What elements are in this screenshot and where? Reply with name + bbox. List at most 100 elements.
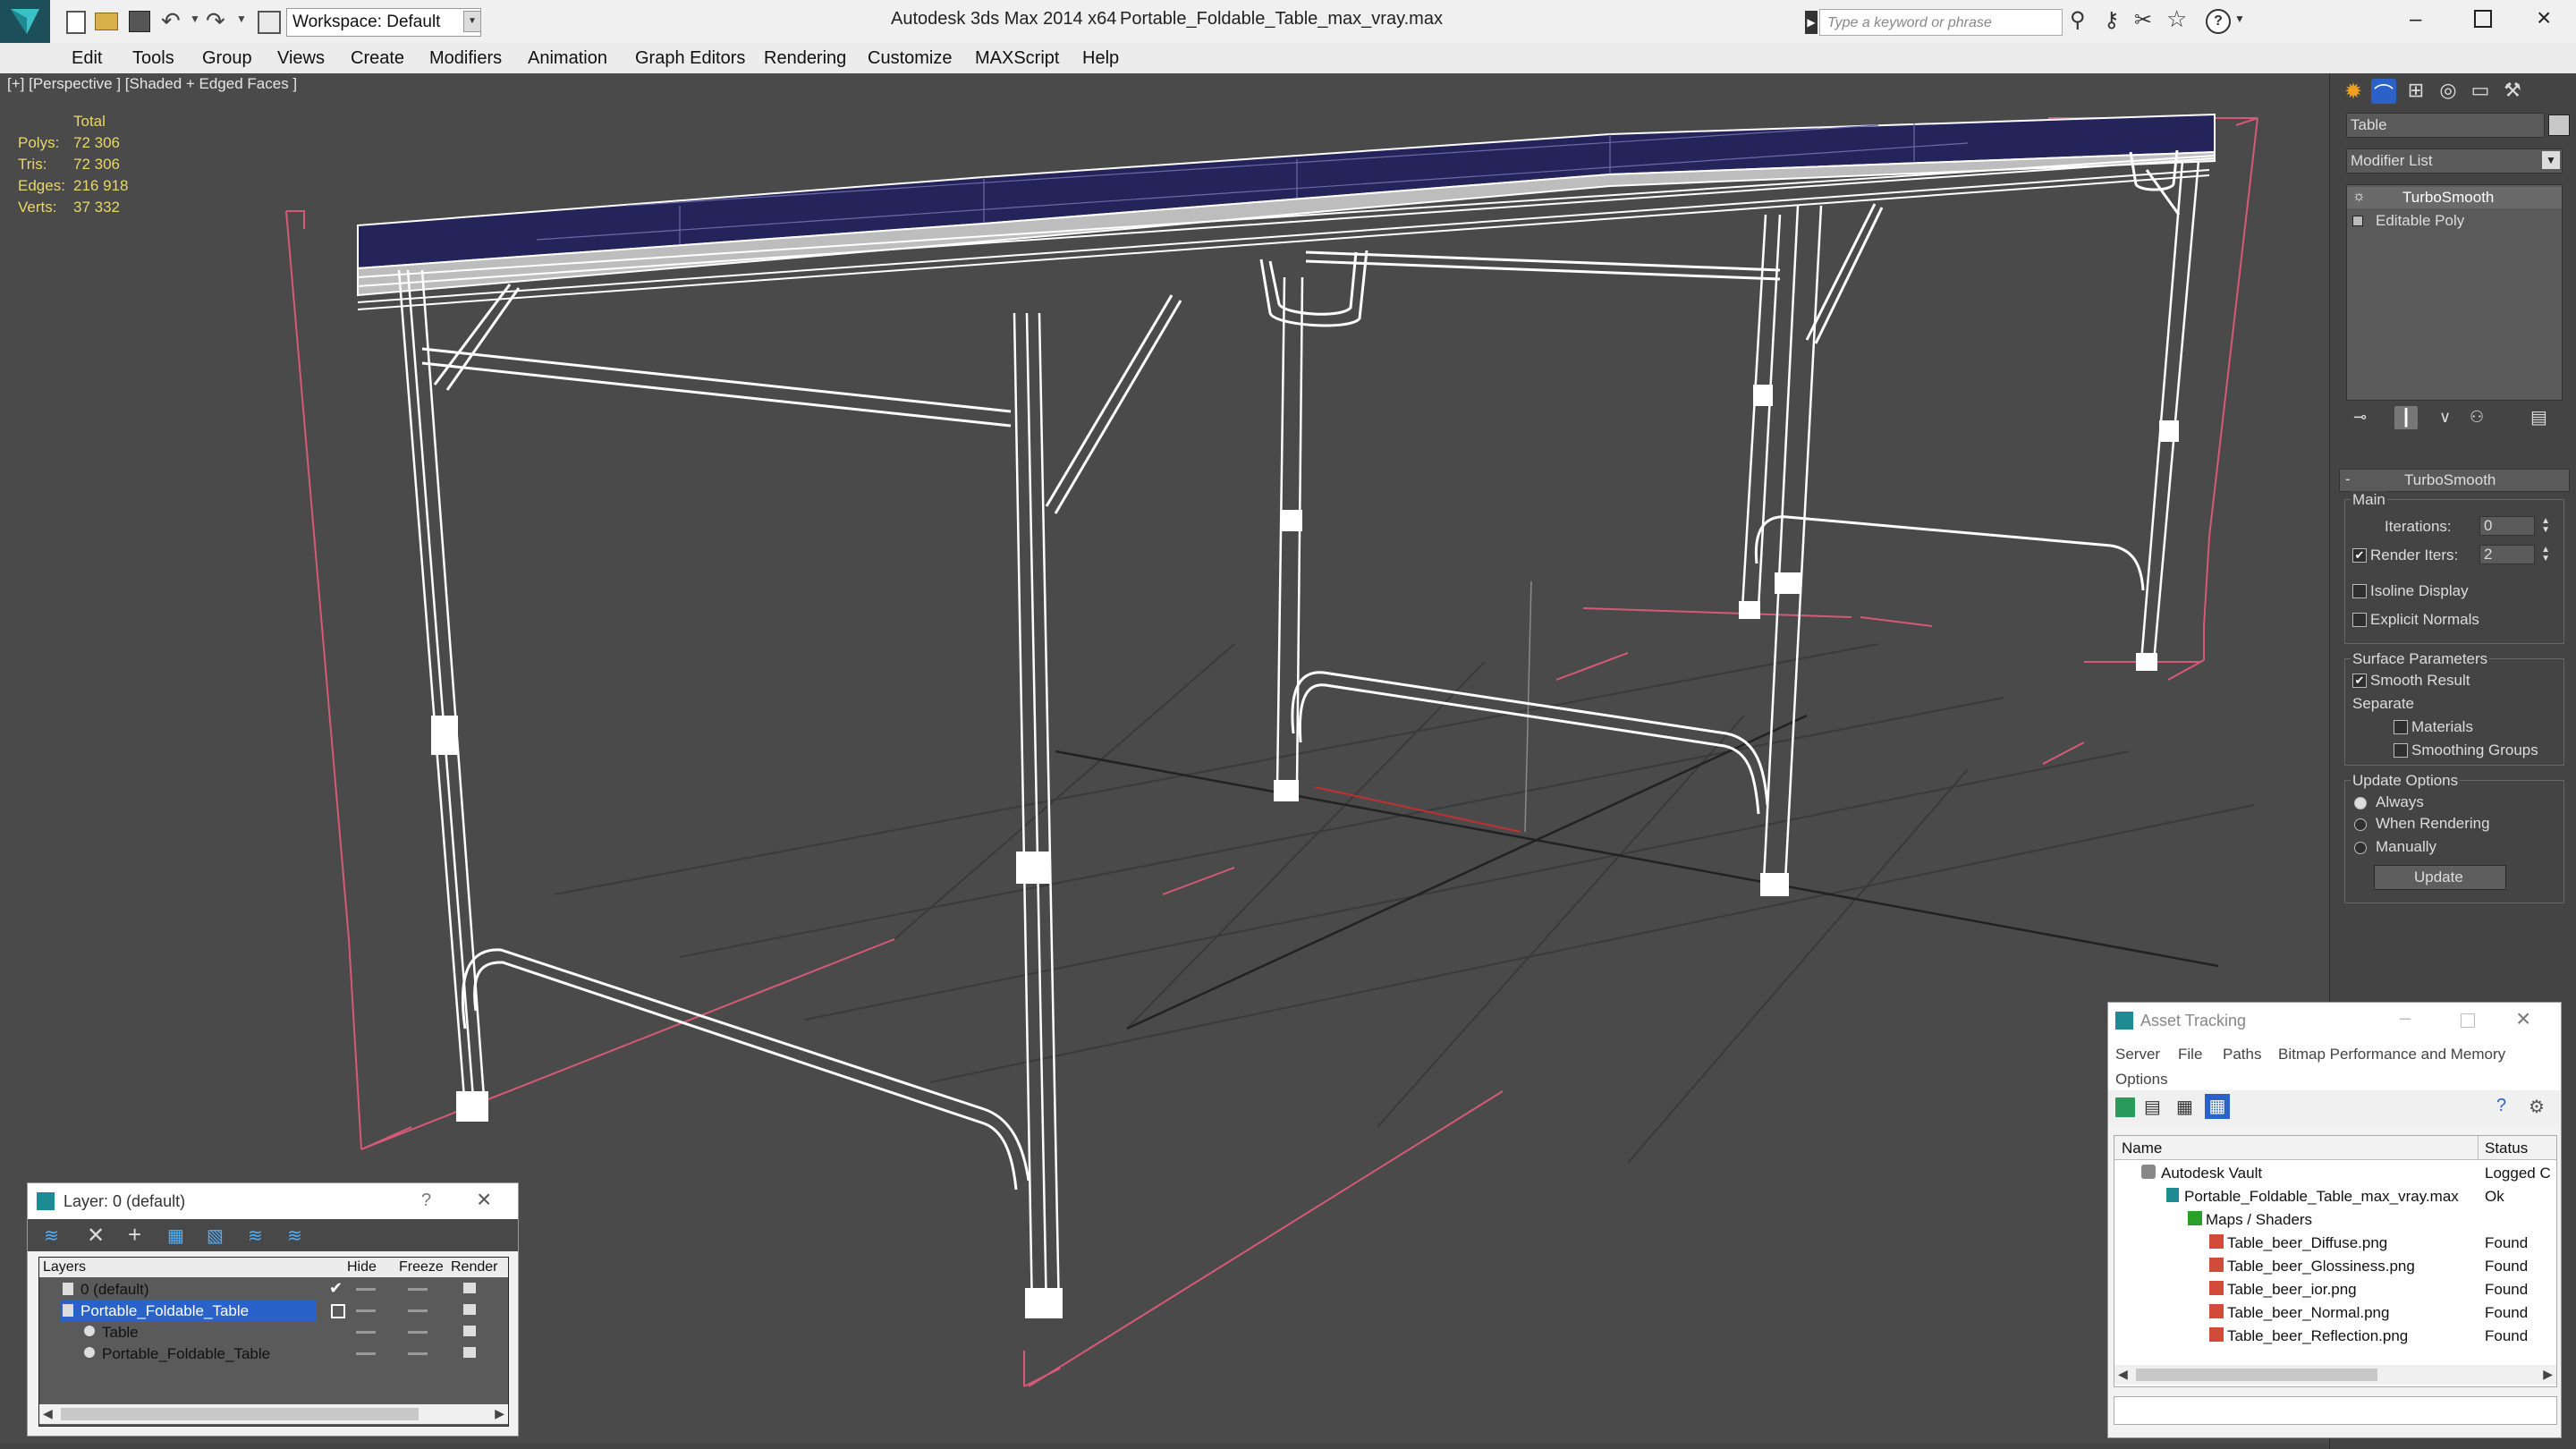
hide-all-icon[interactable]: ≋ [248,1224,263,1247]
materials-checkbox[interactable] [2394,720,2408,734]
spinner-arrows-icon[interactable]: ▲ ▼ [2541,517,2550,535]
redo-dropdown-icon[interactable]: ▼ [236,13,247,25]
menu-animation[interactable]: Animation [528,48,607,69]
horizontal-scrollbar[interactable]: ◀ ▶ [2114,1365,2556,1385]
object-name-field[interactable]: Table [2346,113,2545,138]
column-status[interactable]: Status [2485,1140,2528,1157]
new-file-icon[interactable] [66,11,86,34]
star-icon[interactable]: ☆ [2166,5,2187,33]
modifier-list-dropdown[interactable]: Modifier List ▼ [2346,148,2563,174]
column-divider[interactable] [2478,1136,2479,1159]
menu-help[interactable]: Help [1082,48,1119,69]
current-layer-box-icon[interactable] [331,1304,345,1318]
menu-modifiers[interactable]: Modifiers [429,48,502,69]
column-render[interactable]: Render [451,1259,497,1275]
asset-menu-server[interactable]: Server [2115,1046,2160,1063]
asset-path-field[interactable] [2114,1396,2557,1425]
highlight-layer-icon[interactable]: ▧ [207,1224,224,1247]
layer-window-titlebar[interactable]: Layer: 0 (default) ? × [28,1183,518,1219]
scroll-right-icon[interactable]: ▶ [495,1406,504,1421]
object-row[interactable]: Portable_Foldable_Table [39,1343,508,1366]
spinner-arrows-icon[interactable]: ▲ ▼ [2541,546,2550,564]
close-icon[interactable]: × [477,1185,491,1214]
render-toggle-icon[interactable] [463,1347,476,1358]
column-hide[interactable]: Hide [347,1259,377,1275]
menu-views[interactable]: Views [277,48,325,69]
minimize-icon[interactable]: – [2410,7,2421,32]
explicit-normals-checkbox[interactable] [2352,613,2367,627]
isoline-display-checkbox[interactable] [2352,584,2367,598]
settings-icon[interactable]: ⚙ [2529,1096,2545,1118]
smooth-result-checkbox[interactable]: ✔ [2352,674,2367,688]
freeze-toggle-icon[interactable] [408,1352,428,1355]
render-toggle-icon[interactable] [463,1304,476,1315]
create-layer-icon[interactable]: ≋ [44,1224,59,1247]
close-icon[interactable]: × [2537,4,2551,32]
menu-rendering[interactable]: Rendering [764,48,846,69]
column-layers[interactable]: Layers [43,1259,86,1275]
maximize-icon[interactable] [2474,10,2492,28]
workspace-menu-arrow-icon[interactable]: ▼ [463,11,481,32]
motion-tab-icon[interactable]: ◎ [2436,79,2461,104]
undo-icon[interactable]: ↶ [161,7,181,35]
search-input[interactable]: Type a keyword or phrase [1819,9,2063,36]
asset-row[interactable]: Autodesk Vault Logged C [2114,1163,2556,1185]
asset-window-titlebar[interactable]: Asset Tracking – × [2108,1003,2561,1038]
current-layer-check-icon[interactable]: ✔ [329,1279,343,1298]
manually-radio[interactable] [2354,842,2367,854]
asset-menu-bitmap[interactable]: Bitmap Performance and Memory [2278,1046,2505,1063]
stack-item-editable-poly[interactable]: Editable Poly [2347,210,2562,232]
binoculars-icon[interactable]: ⚲ [2070,7,2086,33]
scroll-thumb[interactable] [2136,1368,2377,1381]
select-objects-icon[interactable]: ▦ [167,1224,184,1247]
object-row[interactable]: Table [39,1322,508,1344]
create-tab-icon[interactable]: ✹ [2341,79,2366,104]
add-to-layer-icon[interactable]: + [128,1221,141,1249]
scroll-right-icon[interactable]: ▶ [2543,1367,2553,1382]
grid-view-icon[interactable]: ▦ [2205,1094,2230,1119]
close-icon[interactable]: × [2516,1004,2530,1033]
scroll-left-icon[interactable]: ◀ [2118,1367,2128,1382]
render-toggle-icon[interactable] [463,1326,476,1336]
when-rendering-radio[interactable] [2354,818,2367,831]
smoothing-groups-checkbox[interactable] [2394,743,2408,758]
minimize-icon[interactable]: – [2400,1006,2411,1030]
update-button[interactable]: Update [2374,865,2506,890]
hide-toggle-icon[interactable] [356,1288,376,1291]
freeze-toggle-icon[interactable] [408,1331,428,1334]
stack-item-turbosmooth[interactable]: ☼ TurboSmooth [2347,187,2562,208]
asset-row[interactable]: Table_beer_Diffuse.png Found [2114,1233,2556,1255]
modifier-stack[interactable]: ☼ TurboSmooth Editable Poly [2346,184,2563,401]
help-icon[interactable]: ? [421,1191,431,1211]
column-freeze[interactable]: Freeze [399,1259,444,1275]
scroll-thumb[interactable] [61,1408,419,1420]
tools-icon[interactable]: ✂ [2134,7,2152,33]
project-folder-icon[interactable] [258,11,281,34]
asset-row[interactable]: Maps / Shaders [2114,1209,2556,1232]
rollout-header[interactable]: - TurboSmooth [2339,469,2570,492]
refresh-icon[interactable] [2115,1097,2135,1117]
expand-plus-icon[interactable] [2352,216,2363,226]
render-iters-spinner[interactable]: 2 ▲ ▼ [2479,545,2550,564]
open-file-icon[interactable] [95,13,118,30]
asset-row[interactable]: Table_beer_ior.png Found [2114,1279,2556,1301]
layer-row[interactable]: 0 (default) ✔ [39,1279,508,1301]
always-radio[interactable] [2354,797,2367,809]
asset-row[interactable]: Table_beer_Glossiness.png Found [2114,1256,2556,1278]
freeze-toggle-icon[interactable] [408,1288,428,1291]
list-view-icon[interactable]: ▤ [2144,1096,2161,1118]
render-iters-checkbox[interactable]: ✔ [2352,548,2367,563]
asset-row[interactable]: Table_beer_Reflection.png Found [2114,1326,2556,1348]
asset-row[interactable]: Table_beer_Normal.png Found [2114,1302,2556,1325]
render-toggle-icon[interactable] [463,1283,476,1293]
menu-maxscript[interactable]: MAXScript [975,48,1059,69]
horizontal-scrollbar[interactable]: ◀ ▶ [39,1404,508,1424]
hide-toggle-icon[interactable] [356,1331,376,1334]
menu-group[interactable]: Group [202,48,252,69]
hide-toggle-icon[interactable] [356,1309,376,1312]
redo-icon[interactable]: ↷ [206,7,225,35]
viewport-label[interactable]: [+] [Perspective ] [Shaded + Edged Faces… [7,75,297,93]
search-expand-icon[interactable]: ▶ [1805,11,1818,34]
menu-tools[interactable]: Tools [132,48,174,69]
freeze-all-icon[interactable]: ≋ [287,1224,302,1247]
